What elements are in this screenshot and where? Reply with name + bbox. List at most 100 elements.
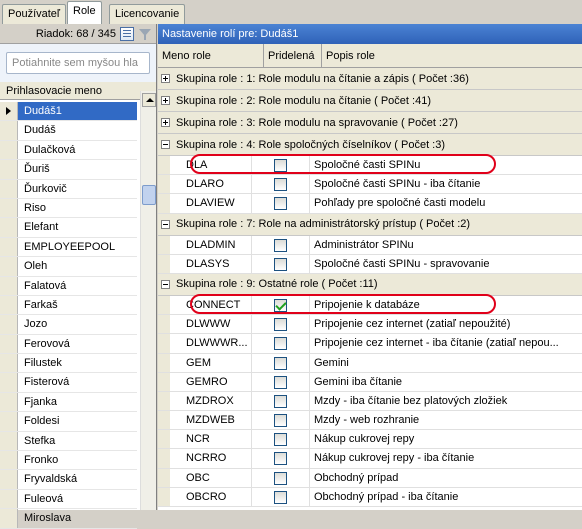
role-row[interactable]: GEM Gemini <box>158 353 582 373</box>
role-row[interactable]: MZDWEB Mzdy - web rozhranie <box>158 411 582 431</box>
role-name: OBC <box>158 468 252 487</box>
assigned-checkbox[interactable] <box>274 178 287 192</box>
user-row[interactable]: Ďuriš <box>0 160 137 180</box>
tab-roles[interactable]: Role <box>67 1 102 24</box>
role-row[interactable]: GEMRO Gemini iba čítanie <box>158 372 582 392</box>
user-list-scrollbar[interactable] <box>140 91 156 510</box>
assigned-checkbox[interactable] <box>274 452 287 466</box>
user-row[interactable]: Farkaš <box>0 295 137 316</box>
scroll-thumb[interactable] <box>142 185 156 205</box>
user-row[interactable]: Jozo <box>0 315 137 335</box>
assigned-checkbox[interactable] <box>274 356 287 370</box>
group-by-bar: Potiahnite sem myšou hla <box>0 44 156 82</box>
user-list: Dudáš1 Dudáš Dulačková Ďuriš Ďurkovič Riso Ele… <box>0 102 137 529</box>
role-row[interactable]: DLADMIN Administrátor SPINu <box>158 235 582 255</box>
assigned-cell <box>252 353 310 372</box>
collapse-icon[interactable] <box>161 279 170 289</box>
role-row[interactable]: OBC Obchodný prípad <box>158 468 582 488</box>
assigned-checkbox[interactable] <box>274 394 287 408</box>
tab-licensing[interactable]: Licencovanie <box>109 4 186 24</box>
assigned-checkbox[interactable] <box>274 490 287 504</box>
col-role-name[interactable]: Meno role <box>158 44 264 67</box>
assigned-checkbox[interactable] <box>274 337 287 351</box>
role-row[interactable]: DLWWW Pripojenie cez internet (zatiaľ nep… <box>158 315 582 335</box>
assigned-checkbox[interactable] <box>274 414 287 428</box>
user-row[interactable]: Elefant <box>0 218 137 238</box>
user-row[interactable]: Filustek <box>0 354 137 374</box>
expand-icon[interactable] <box>161 96 170 105</box>
role-row[interactable]: DLARO Spoločné časti SPINu - iba čítanie <box>158 175 582 195</box>
role-group-label: Skupina role : 2: Role modulu na čítanie… <box>176 94 431 107</box>
assigned-checkbox[interactable] <box>274 298 287 312</box>
user-login: Farkaš <box>24 298 58 311</box>
user-row[interactable]: Miroslava <box>0 509 137 529</box>
user-row[interactable]: Fuleová <box>0 489 137 510</box>
role-description: Pripojenie cez internet (zatiaľ nepoužit… <box>314 318 511 331</box>
user-row[interactable]: EMPLOYEEPOOL <box>0 237 137 258</box>
user-row[interactable]: Dulačková <box>0 140 137 161</box>
role-row[interactable]: MZDROX Mzdy - iba čítanie bez platových z… <box>158 391 582 412</box>
role-group-header[interactable]: Skupina role : 1: Role modulu na čítanie… <box>158 68 582 90</box>
role-group-header[interactable]: Skupina role : 9: Ostatné role ( Počet :… <box>158 273 582 296</box>
collapse-icon[interactable] <box>161 219 170 229</box>
user-row[interactable]: Riso <box>0 198 137 219</box>
user-row[interactable]: Oleh <box>0 257 137 277</box>
tab-user[interactable]: Používateľ <box>2 4 67 24</box>
role-description: Gemini <box>314 356 349 369</box>
assigned-cell <box>252 315 310 334</box>
user-row[interactable]: Fisterová <box>0 373 137 393</box>
col-role-desc[interactable]: Popis role <box>322 44 582 67</box>
user-row[interactable]: Ďurkovič <box>0 179 137 199</box>
user-login: Ferovová <box>24 337 70 350</box>
row-indicator <box>0 315 18 334</box>
role-name: DLADMIN <box>158 235 252 254</box>
role-row[interactable]: DLA Spoločné časti SPINu <box>158 156 582 176</box>
user-row[interactable]: Ferovová <box>0 334 137 355</box>
assigned-checkbox[interactable] <box>274 318 287 332</box>
assigned-cell <box>252 295 310 315</box>
login-column-header[interactable]: Prihlasovacie meno <box>0 82 156 100</box>
expand-icon[interactable] <box>161 74 170 83</box>
role-group-header[interactable]: Skupina role : 7: Role na administrátors… <box>158 213 582 236</box>
expand-icon[interactable] <box>161 118 170 127</box>
group-by-box[interactable]: Potiahnite sem myšou hla <box>6 52 150 74</box>
assigned-checkbox[interactable] <box>274 471 287 485</box>
collapse-icon[interactable] <box>161 140 170 149</box>
role-group-header[interactable]: Skupina role : 3: Role modulu na spravov… <box>158 112 582 134</box>
assigned-checkbox[interactable] <box>274 159 287 172</box>
user-row[interactable]: Fryvaldská <box>0 470 137 490</box>
role-row[interactable]: NCR Nákup cukrovej repy <box>158 430 582 450</box>
user-row[interactable]: Foldesi <box>0 412 137 432</box>
user-login: Dulačková <box>24 143 76 156</box>
role-panel-title: Nastavenie rolí pre: Dudáš1 <box>158 24 582 44</box>
role-row[interactable]: OBCRO Obchodný prípad - iba čítanie <box>158 487 582 507</box>
user-row[interactable]: Fronko <box>0 451 137 471</box>
user-row[interactable]: Stefka <box>0 431 137 452</box>
role-group-header[interactable]: Skupina role : 4: Role spoločných číseln… <box>158 134 582 156</box>
assigned-checkbox[interactable] <box>274 375 287 389</box>
filter-icon[interactable] <box>138 27 152 41</box>
assigned-checkbox[interactable] <box>274 433 287 447</box>
assigned-checkbox[interactable] <box>274 257 287 271</box>
assigned-cell <box>252 487 310 506</box>
role-row[interactable]: CONNECT Pripojenie k databáze <box>158 295 582 316</box>
user-row[interactable]: Falatová <box>0 276 137 296</box>
user-row[interactable]: Dudáš <box>0 121 137 141</box>
grid-icon[interactable] <box>120 26 134 41</box>
assigned-checkbox[interactable] <box>274 238 287 252</box>
user-login: Fisterová <box>24 376 70 389</box>
role-row[interactable]: DLWWWR... Pripojenie cez internet - iba č… <box>158 334 582 354</box>
user-login: Ďurkovič <box>24 182 67 195</box>
user-row[interactable]: Fjanka <box>0 392 137 413</box>
current-row-arrow-icon <box>6 107 11 115</box>
role-row[interactable]: DLAVIEW Pohľady pre spoločné časti modelu <box>158 194 582 214</box>
role-row[interactable]: DLASYS Spoločné časti SPINu - spravovanie <box>158 254 582 274</box>
role-group-header[interactable]: Skupina role : 2: Role modulu na čítanie… <box>158 90 582 112</box>
scroll-up-button[interactable] <box>142 93 156 107</box>
role-row[interactable]: NCRRO Nákup cukrovej repy - iba čítanie <box>158 449 582 469</box>
assigned-checkbox[interactable] <box>274 197 287 211</box>
user-login: Stefka <box>24 434 56 447</box>
user-row[interactable]: Dudáš1 <box>0 102 137 122</box>
role-description: Administrátor SPINu <box>314 238 414 251</box>
col-assigned[interactable]: Pridelená <box>264 44 322 67</box>
